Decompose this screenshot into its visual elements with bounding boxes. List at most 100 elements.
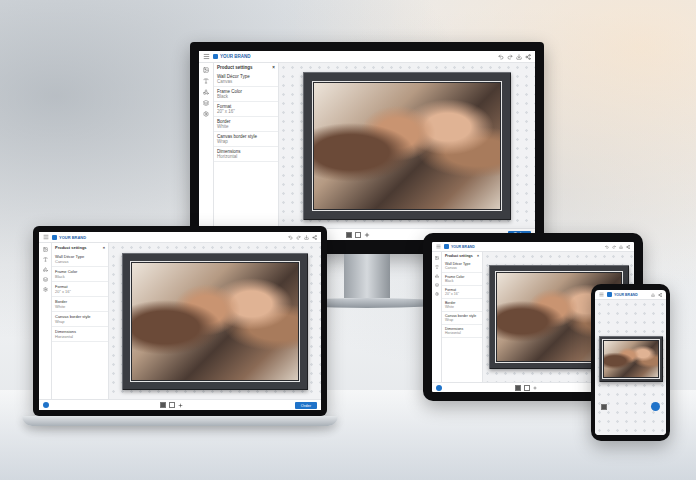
monitor-bezel: YOUR BRANDProduct settings×Wall Décor Ty… xyxy=(190,42,544,254)
help-button[interactable] xyxy=(436,385,442,391)
plus-icon[interactable] xyxy=(178,403,183,408)
setting-value: Wrap xyxy=(217,139,275,144)
shapes-icon[interactable] xyxy=(435,274,439,278)
image-icon[interactable] xyxy=(435,256,439,260)
phone-bezel: YOUR BRAND xyxy=(591,284,670,441)
layers-icon[interactable] xyxy=(435,283,439,287)
text-icon[interactable] xyxy=(203,78,209,84)
zoom-fit-icon[interactable] xyxy=(346,232,352,238)
canvas xyxy=(279,63,535,228)
close-button[interactable]: × xyxy=(272,65,275,70)
setting-row[interactable]: DimensionsHorizontal xyxy=(214,147,278,162)
close-button[interactable]: × xyxy=(477,254,479,258)
redo-icon[interactable] xyxy=(507,54,513,60)
plus-icon[interactable] xyxy=(533,386,537,390)
zoom-icon[interactable] xyxy=(355,232,361,238)
undo-icon[interactable] xyxy=(288,235,293,240)
panel-header: Product settings × xyxy=(442,252,482,260)
text-icon[interactable] xyxy=(43,257,48,262)
setting-label: Format xyxy=(217,104,275,109)
undo-icon[interactable] xyxy=(498,54,504,60)
settings-icon[interactable] xyxy=(435,292,439,296)
share-icon[interactable] xyxy=(658,293,662,297)
download-icon[interactable] xyxy=(651,293,655,297)
setting-row[interactable]: Wall Décor TypeCanvas xyxy=(214,72,278,87)
share-icon[interactable] xyxy=(312,235,317,240)
setting-row[interactable]: Frame ColorBlack xyxy=(442,273,482,286)
share-icon[interactable] xyxy=(525,54,531,60)
setting-row[interactable]: Canvas border styleWrap xyxy=(442,312,482,325)
setting-row[interactable]: Canvas border styleWrap xyxy=(214,132,278,147)
settings-panel: Product settings×Wall Décor TypeCanvasFr… xyxy=(214,63,279,228)
setting-row[interactable]: Frame ColorBlack xyxy=(52,267,108,282)
download-icon[interactable] xyxy=(304,235,309,240)
setting-label: Format xyxy=(445,288,479,292)
logo-mark-icon xyxy=(52,235,57,240)
setting-row[interactable]: Format20" x 16" xyxy=(52,282,108,297)
order-button[interactable]: Order xyxy=(295,402,317,409)
menu-icon[interactable] xyxy=(599,292,604,297)
layers-icon[interactable] xyxy=(43,277,48,282)
image-icon[interactable] xyxy=(43,247,48,252)
zoom-fit-icon[interactable] xyxy=(515,385,521,391)
panel-title: Product settings xyxy=(55,245,87,250)
setting-row[interactable]: DimensionsHorizontal xyxy=(52,327,108,342)
setting-row[interactable]: Wall Décor TypeCanvas xyxy=(52,252,108,267)
plus-icon[interactable] xyxy=(364,232,370,238)
setting-label: Canvas border style xyxy=(217,134,275,139)
setting-label: Canvas border style xyxy=(55,314,105,319)
panel-header: Product settings× xyxy=(214,63,278,72)
bottom-bar: Order xyxy=(39,399,321,410)
close-button[interactable]: × xyxy=(103,245,105,250)
image-icon[interactable] xyxy=(203,67,209,73)
download-icon[interactable] xyxy=(516,54,522,60)
setting-row[interactable]: BorderWhite xyxy=(52,297,108,312)
picture-frame[interactable] xyxy=(303,72,511,220)
redo-icon[interactable] xyxy=(612,245,616,249)
picture-frame[interactable] xyxy=(122,253,308,390)
picture-frame[interactable] xyxy=(599,336,663,382)
download-icon[interactable] xyxy=(619,245,623,249)
brand-name: YOUR BRAND xyxy=(451,245,475,249)
setting-value: White xyxy=(217,124,275,129)
zoom-icon[interactable] xyxy=(601,404,607,410)
zoom-icon[interactable] xyxy=(524,385,530,391)
setting-row[interactable]: Canvas border styleWrap xyxy=(52,312,108,327)
add-button[interactable] xyxy=(651,402,660,411)
menu-icon[interactable] xyxy=(436,244,441,249)
top-bar: YOUR BRAND xyxy=(199,51,535,63)
panel-title: Product settings xyxy=(445,254,473,258)
editor-screen: YOUR BRAND xyxy=(595,290,666,435)
setting-row[interactable]: Wall Décor TypeCanvas xyxy=(442,260,482,273)
editor-screen: YOUR BRANDProduct settings×Wall Décor Ty… xyxy=(39,232,321,410)
help-button[interactable] xyxy=(43,402,49,408)
monitor-stand xyxy=(344,254,390,298)
setting-row[interactable]: BorderWhite xyxy=(214,117,278,132)
zoom-fit-icon[interactable] xyxy=(160,402,166,408)
undo-icon[interactable] xyxy=(605,245,609,249)
zoom-icon[interactable] xyxy=(169,402,175,408)
setting-label: Frame Color xyxy=(217,89,275,94)
shapes-icon[interactable] xyxy=(43,267,48,272)
settings-icon[interactable] xyxy=(43,287,48,292)
share-icon[interactable] xyxy=(626,245,630,249)
setting-row[interactable]: Format20" x 16" xyxy=(442,286,482,299)
tool-rail xyxy=(199,63,214,228)
photo xyxy=(132,263,298,380)
redo-icon[interactable] xyxy=(296,235,301,240)
setting-row[interactable]: Format20" x 16" xyxy=(214,102,278,117)
setting-row[interactable]: Frame ColorBlack xyxy=(214,87,278,102)
setting-label: Canvas border style xyxy=(445,314,479,318)
setting-row[interactable]: DimensionsHorizontal xyxy=(442,325,482,338)
menu-icon[interactable] xyxy=(203,53,210,60)
setting-label: Wall Décor Type xyxy=(217,74,275,79)
layers-icon[interactable] xyxy=(203,100,209,106)
text-icon[interactable] xyxy=(435,265,439,269)
shapes-icon[interactable] xyxy=(203,89,209,95)
settings-icon[interactable] xyxy=(203,111,209,117)
setting-label: Dimensions xyxy=(217,149,275,154)
setting-row[interactable]: BorderWhite xyxy=(442,299,482,312)
settings-panel: Product settings × Wall Décor TypeCanvasFr… xyxy=(52,243,109,399)
setting-label: Border xyxy=(55,299,105,304)
menu-icon[interactable] xyxy=(43,234,49,240)
